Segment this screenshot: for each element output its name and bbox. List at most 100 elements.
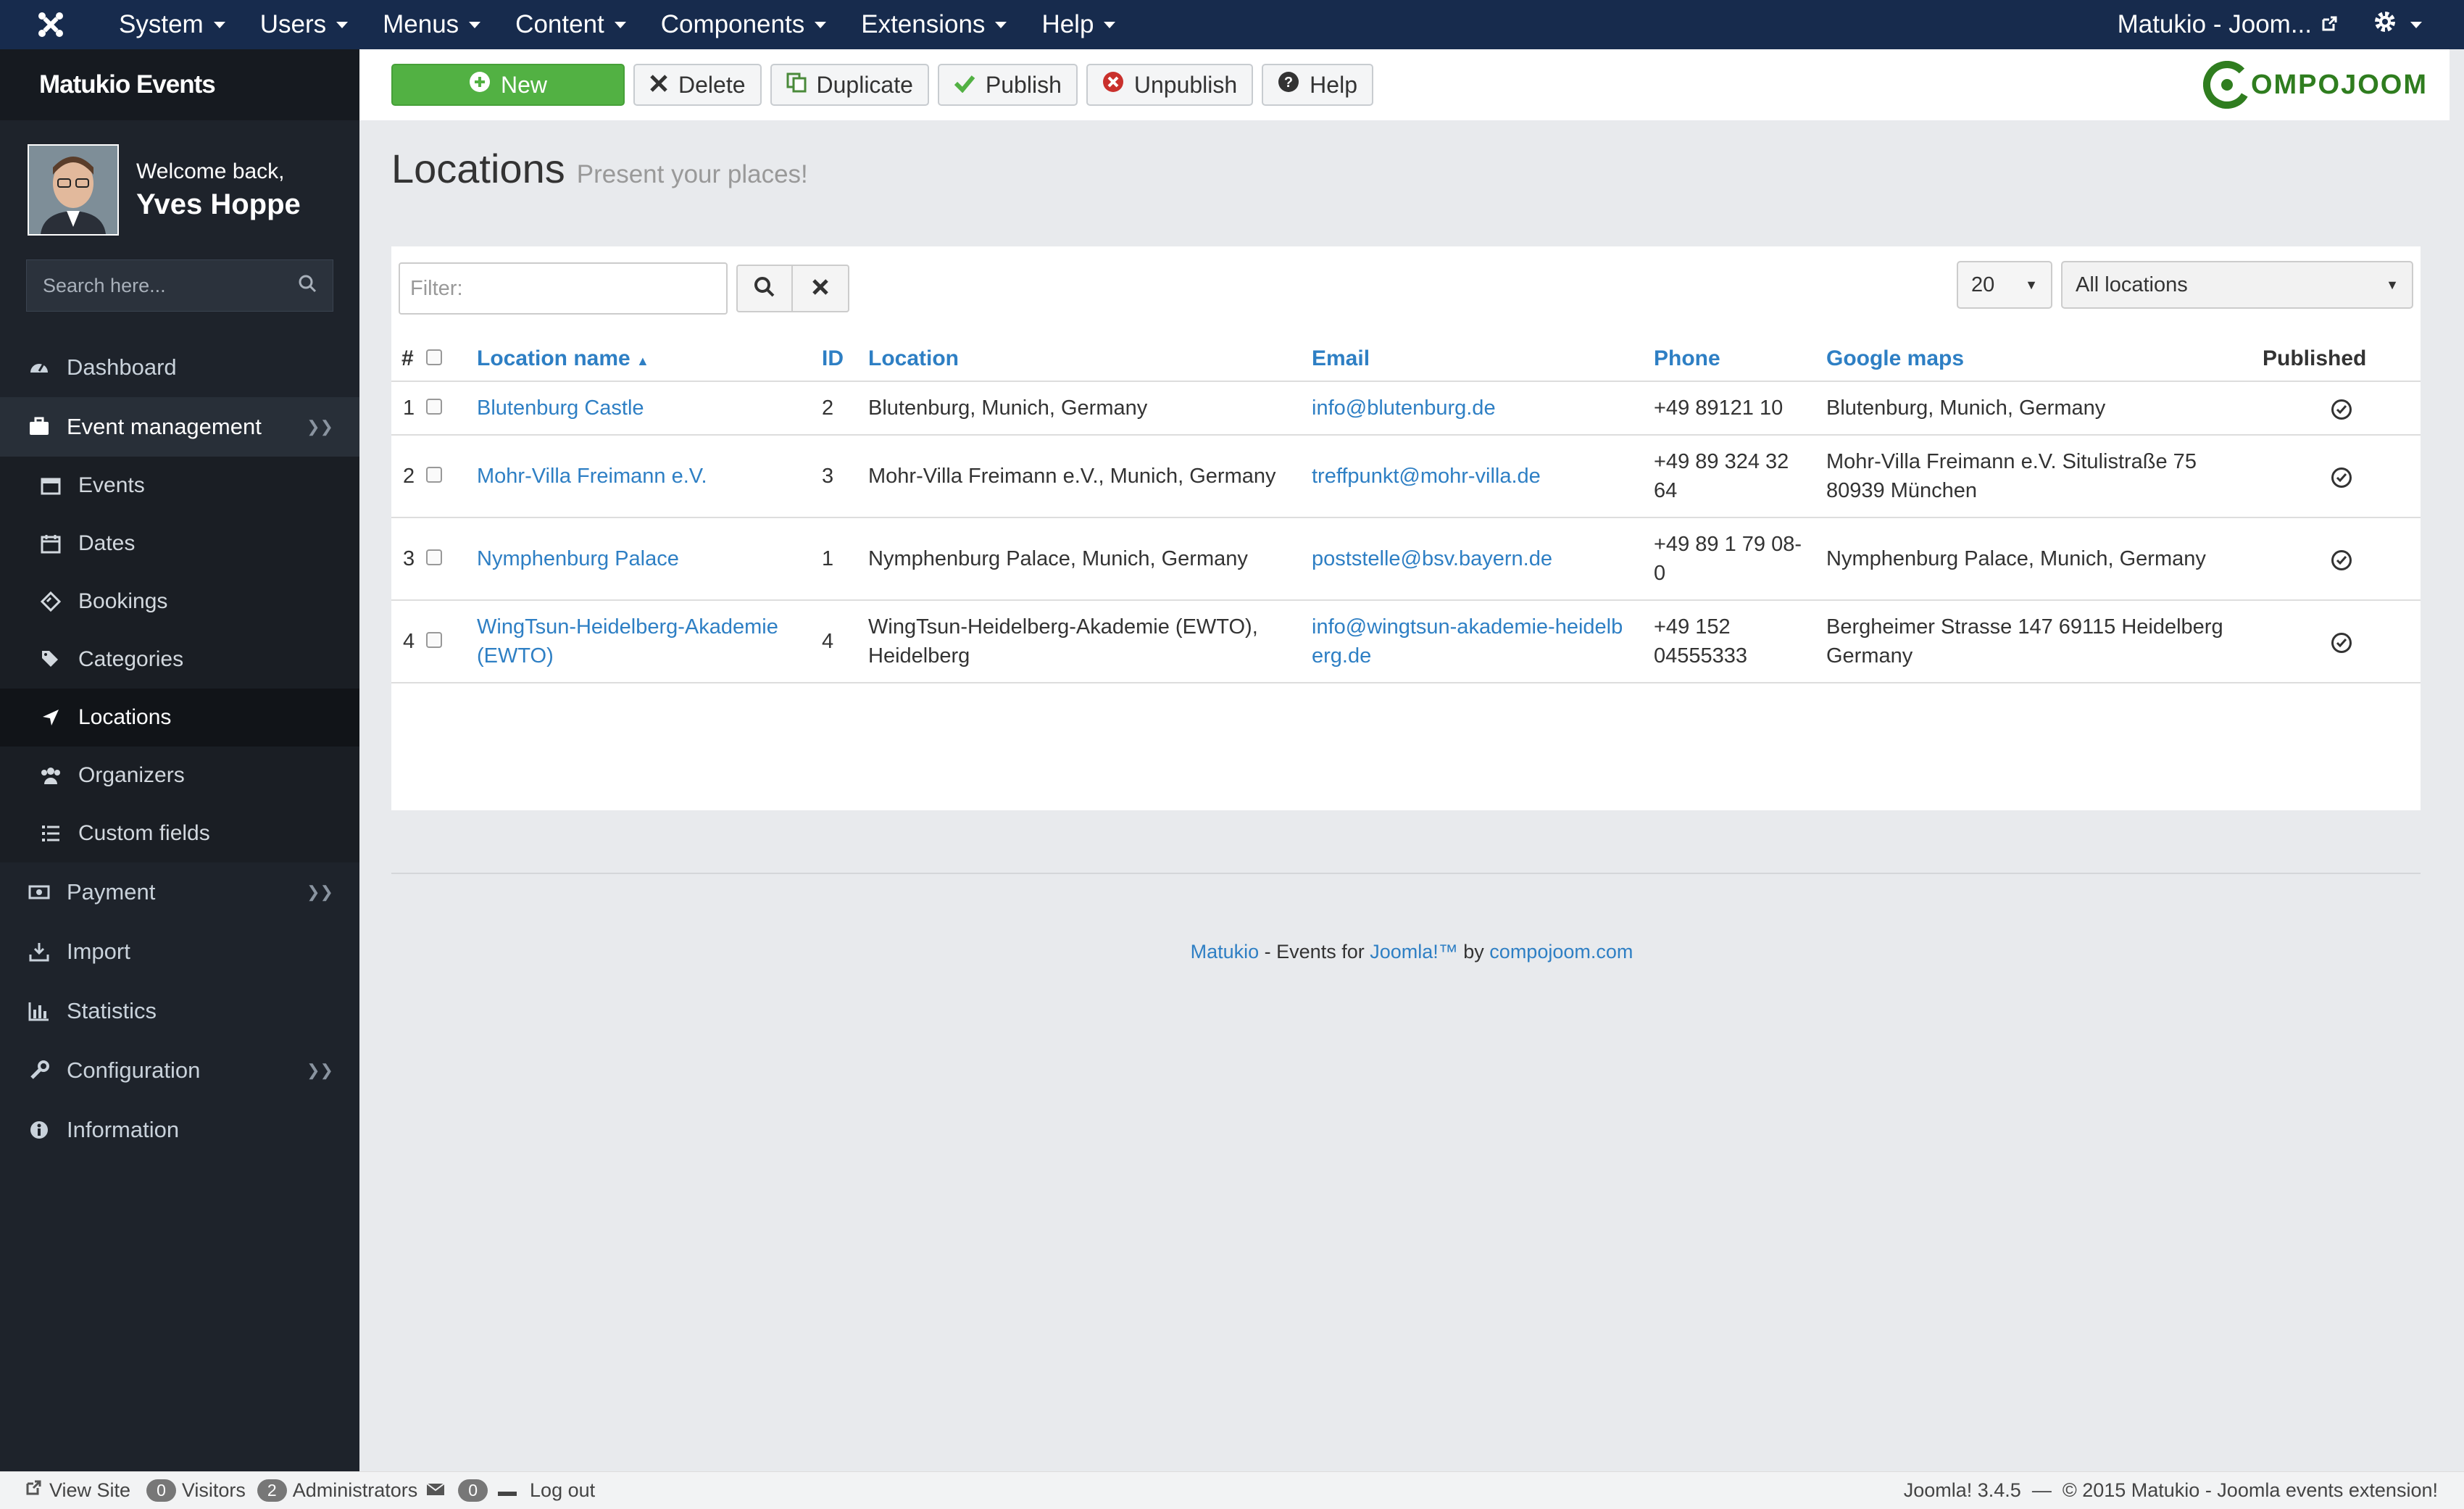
unpublish-button[interactable]: Unpublish <box>1086 64 1254 106</box>
menu-extensions[interactable]: Extensions <box>844 0 1024 49</box>
list-limit-select[interactable]: 20 ▼ <box>1957 261 2052 309</box>
col-phone[interactable]: Phone <box>1654 336 1826 382</box>
sidebar-item-custom-fields[interactable]: Custom fields <box>0 805 359 862</box>
chevron-down-icon: ❯❯ <box>307 1061 333 1079</box>
toolbar: New Delete Duplicate Publish Unpublish ?… <box>359 49 2450 120</box>
col-google-maps[interactable]: Google maps <box>1826 336 2263 382</box>
row-number: 2 <box>391 435 426 518</box>
envelope-icon[interactable] <box>426 1479 445 1502</box>
row-location: Blutenburg, Munich, Germany <box>868 381 1312 436</box>
menu-users[interactable]: Users <box>243 0 365 49</box>
caret-down-icon <box>1104 21 1116 28</box>
sidebar-item-organizers[interactable]: Organizers <box>0 747 359 805</box>
button-label: Publish <box>985 71 1062 98</box>
compojoom-link[interactable]: compojoom.com <box>1489 941 1633 963</box>
sidebar: Matukio Events Welcome back, Yves Hoppe … <box>0 49 359 1471</box>
menu-help[interactable]: Help <box>1024 0 1133 49</box>
filter-bar: Filter: <box>399 262 849 315</box>
sidebar-item-information[interactable]: Information <box>0 1100 359 1160</box>
search-icon[interactable] <box>298 274 317 298</box>
row-published-cell <box>2263 600 2421 683</box>
new-button[interactable]: New <box>391 64 625 106</box>
location-name-link[interactable]: Blutenburg Castle <box>477 396 644 420</box>
row-checkbox-cell <box>426 517 477 601</box>
external-link-icon <box>25 1479 42 1502</box>
view-site-link[interactable]: View Site <box>49 1479 130 1502</box>
wrench-icon <box>28 1059 51 1082</box>
row-checkbox[interactable] <box>426 549 442 565</box>
sidebar-item-event-management[interactable]: Event management ❯❯ <box>0 397 359 457</box>
email-link[interactable]: treffpunkt@mohr-villa.de <box>1312 465 1541 488</box>
row-maps: Blutenburg, Munich, Germany <box>1826 381 2263 436</box>
published-check-icon[interactable] <box>2331 550 2352 570</box>
publish-button[interactable]: Publish <box>937 64 1078 106</box>
settings-dropdown[interactable] <box>2373 9 2464 41</box>
sidebar-item-statistics[interactable]: Statistics <box>0 981 359 1041</box>
joomla-link[interactable]: Joomla!™ <box>1370 941 1458 963</box>
row-checkbox-cell <box>426 435 477 518</box>
duplicate-button[interactable]: Duplicate <box>770 64 929 106</box>
sidebar-item-dates[interactable]: Dates <box>0 515 359 573</box>
col-location-name[interactable]: Location name ▲ <box>477 336 822 382</box>
menu-system[interactable]: System <box>101 0 243 49</box>
published-check-icon[interactable] <box>2331 399 2352 420</box>
help-button[interactable]: ? Help <box>1262 64 1373 106</box>
welcome-text: Welcome back, <box>136 159 285 183</box>
compojoom-c-icon <box>2202 61 2251 109</box>
close-icon <box>812 278 829 299</box>
avatar <box>28 144 119 236</box>
button-label: New <box>500 71 547 98</box>
sidebar-item-locations[interactable]: Locations <box>0 689 359 747</box>
row-id: 4 <box>822 600 868 683</box>
caret-down-icon: ▼ <box>2025 277 2038 292</box>
sidebar-item-bookings[interactable]: Bookings <box>0 573 359 631</box>
location-name-link[interactable]: Mohr-Villa Freimann e.V. <box>477 465 707 488</box>
sidebar-item-label: Bookings <box>78 589 168 613</box>
filter-input[interactable]: Filter: <box>399 262 728 315</box>
sidebar-item-categories[interactable]: Categories <box>0 631 359 689</box>
joomla-logo-icon[interactable] <box>0 0 101 49</box>
row-checkbox[interactable] <box>426 467 442 483</box>
caret-down-icon <box>336 21 349 28</box>
sidebar-search-input[interactable]: Search here... <box>26 259 333 312</box>
button-label: Duplicate <box>816 71 913 98</box>
row-checkbox[interactable] <box>426 399 442 415</box>
menu-content[interactable]: Content <box>498 0 644 49</box>
sidebar-item-events[interactable]: Events <box>0 457 359 515</box>
location-name-link[interactable]: WingTsun-Heidelberg-Akademie (EWTO) <box>477 615 778 668</box>
button-label: Delete <box>678 71 746 98</box>
delete-button[interactable]: Delete <box>633 64 762 106</box>
published-check-icon[interactable] <box>2331 633 2352 653</box>
info-icon <box>28 1118 51 1142</box>
sidebar-item-label: Event management <box>67 414 262 439</box>
menu-menus[interactable]: Menus <box>365 0 498 49</box>
matukio-link[interactable]: Matukio <box>1191 941 1260 963</box>
col-published: Published <box>2263 336 2421 382</box>
table-row: 1 Blutenburg Castle 2 Blutenburg, Munich… <box>391 381 2421 436</box>
row-email-cell: info@wingtsun-akademie-heidelberg.de <box>1312 600 1654 683</box>
site-link[interactable]: Matukio - Joom... <box>2118 10 2373 39</box>
sidebar-item-configuration[interactable]: Configuration ❯❯ <box>0 1041 359 1100</box>
location-name-link[interactable]: Nymphenburg Palace <box>477 547 679 570</box>
logout-link[interactable]: Log out <box>530 1479 595 1502</box>
clear-filter-button[interactable] <box>793 265 849 312</box>
published-check-icon[interactable] <box>2331 467 2352 488</box>
menu-label: Components <box>660 10 805 38</box>
sidebar-item-label: Events <box>78 473 145 497</box>
search-button[interactable] <box>736 265 793 312</box>
row-checkbox[interactable] <box>426 632 442 648</box>
col-id[interactable]: ID <box>822 336 868 382</box>
site-link-label: Matukio - Joom... <box>2117 10 2312 38</box>
sidebar-item-dashboard[interactable]: Dashboard <box>0 338 359 397</box>
menu-components[interactable]: Components <box>644 0 844 49</box>
select-all-checkbox[interactable] <box>426 349 442 365</box>
col-email[interactable]: Email <box>1312 336 1654 382</box>
col-location[interactable]: Location <box>868 336 1312 382</box>
row-phone: +49 152 04555333 <box>1654 600 1826 683</box>
email-link[interactable]: info@blutenburg.de <box>1312 396 1496 420</box>
sidebar-item-payment[interactable]: Payment ❯❯ <box>0 862 359 922</box>
location-filter-select[interactable]: All locations ▼ <box>2061 261 2413 309</box>
email-link[interactable]: info@wingtsun-akademie-heidelberg.de <box>1312 615 1623 668</box>
row-location: WingTsun-Heidelberg-Akademie (EWTO), Hei… <box>868 600 1312 683</box>
email-link[interactable]: poststelle@bsv.bayern.de <box>1312 547 1552 570</box>
